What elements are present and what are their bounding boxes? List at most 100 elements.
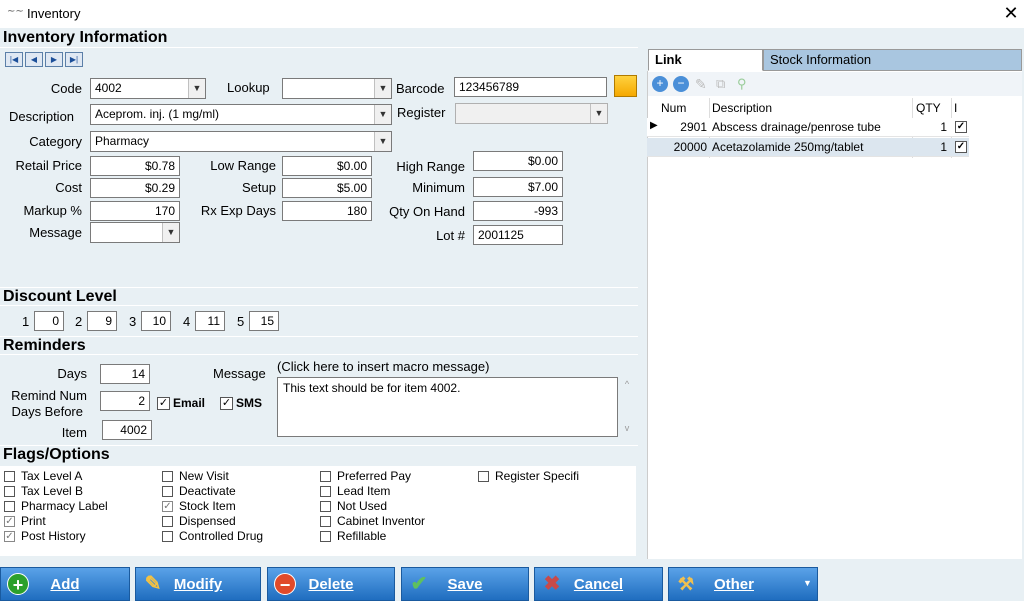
flag-checkbox[interactable]	[4, 501, 15, 512]
low-range-input[interactable]: $0.00	[282, 156, 372, 176]
minimum-input[interactable]: $7.00	[473, 177, 563, 197]
next-record-button[interactable]: ▶	[45, 52, 63, 67]
flag-checkbox[interactable]: ✓	[4, 516, 15, 527]
other-button[interactable]: ⚒ Other ▼	[668, 567, 818, 601]
discount-level-input[interactable]: 0	[34, 311, 64, 331]
col-num-header[interactable]: Num	[661, 101, 686, 115]
delete-button[interactable]: − Delete	[267, 567, 395, 601]
save-button[interactable]: ✔ Save	[401, 567, 529, 601]
flag-checkbox[interactable]: ✓	[4, 531, 15, 542]
tab-link-information[interactable]: Link Information	[648, 49, 763, 87]
message-combo[interactable]: ▼	[90, 222, 180, 243]
flag-option[interactable]: ✓ Post History	[4, 529, 154, 544]
reminder-message-textarea[interactable]: This text should be for item 4002.	[277, 377, 618, 437]
cancel-button[interactable]: ✖ Cancel	[534, 567, 663, 601]
lookup-combo[interactable]: ▼	[282, 78, 392, 99]
chevron-down-icon[interactable]: ▼	[590, 104, 607, 123]
flag-option[interactable]: Dispensed	[162, 514, 312, 529]
flag-checkbox[interactable]	[478, 471, 489, 482]
retail-price-input[interactable]: $0.78	[90, 156, 180, 176]
col-i-header[interactable]: I	[954, 101, 957, 115]
flag-label: Preferred Pay	[337, 469, 412, 483]
discount-level-input[interactable]: 10	[141, 311, 171, 331]
barcode-input[interactable]: 123456789	[454, 77, 607, 97]
code-combo[interactable]: 4002 ▼	[90, 78, 206, 99]
chevron-down-icon[interactable]: ▼	[803, 578, 812, 588]
flag-checkbox[interactable]	[320, 516, 331, 527]
chevron-down-icon[interactable]: ▼	[374, 105, 391, 124]
remind-num-input[interactable]: 2	[100, 391, 150, 411]
item-input[interactable]: 4002	[102, 420, 152, 440]
high-range-input[interactable]: $0.00	[473, 151, 563, 171]
flag-option[interactable]: ✓ Stock Item	[162, 499, 312, 514]
register-combo[interactable]: ▼	[455, 103, 608, 124]
flag-checkbox[interactable]	[320, 531, 331, 542]
copy-link-icon[interactable]: ⧉	[716, 76, 732, 92]
flag-checkbox[interactable]	[4, 471, 15, 482]
col-description-header[interactable]: Description	[712, 101, 772, 115]
chevron-down-icon[interactable]: ▼	[188, 79, 205, 98]
flag-checkbox[interactable]	[162, 471, 173, 482]
cost-input[interactable]: $0.29	[90, 178, 180, 198]
first-record-button[interactable]: |◀	[5, 52, 23, 67]
flag-checkbox[interactable]	[162, 486, 173, 497]
remove-link-icon[interactable]: −	[673, 76, 689, 92]
chevron-down-icon[interactable]: ▼	[374, 79, 391, 98]
flag-checkbox[interactable]	[4, 486, 15, 497]
chevron-down-icon[interactable]: ▼	[374, 132, 391, 151]
markup-label: Markup %	[23, 203, 82, 218]
table-row[interactable]: 20000 Acetazolamide 250mg/tablet 1 ✓	[647, 138, 969, 157]
barcode-button[interactable]	[614, 75, 637, 97]
last-record-button[interactable]: ▶|	[65, 52, 83, 67]
qty-on-hand-input[interactable]: -993	[473, 201, 563, 221]
days-input[interactable]: 14	[100, 364, 150, 384]
flag-checkbox[interactable]: ✓	[162, 501, 173, 512]
col-qty-header[interactable]: QTY	[916, 101, 941, 115]
flag-option[interactable]: ✓ Print	[4, 514, 154, 529]
flag-checkbox[interactable]	[320, 501, 331, 512]
macro-hint-link[interactable]: (Click here to insert macro message)	[277, 359, 489, 374]
modify-button[interactable]: ✎ Modify	[135, 567, 261, 601]
flag-option[interactable]: New Visit	[162, 469, 312, 484]
cell-i-checkbox[interactable]: ✓	[955, 121, 967, 133]
flag-option[interactable]: Preferred Pay	[320, 469, 470, 484]
email-checkbox[interactable]: ✓	[157, 397, 170, 410]
chevron-down-icon[interactable]: ▼	[162, 223, 179, 242]
delete-label: Delete	[308, 576, 354, 593]
discount-level-input[interactable]: 9	[87, 311, 117, 331]
flag-option[interactable]: Not Used	[320, 499, 470, 514]
add-link-icon[interactable]: +	[652, 76, 668, 92]
flag-option[interactable]: Controlled Drug	[162, 529, 312, 544]
textarea-scrollbar[interactable]: ^ v	[620, 377, 634, 437]
flag-option[interactable]: Lead Item	[320, 484, 470, 499]
cell-i-checkbox[interactable]: ✓	[955, 141, 967, 153]
edit-link-icon[interactable]: ✎	[695, 76, 711, 92]
discount-level-input[interactable]: 11	[195, 311, 225, 331]
category-combo[interactable]: Pharmacy ▼	[90, 131, 392, 152]
flag-checkbox[interactable]	[320, 486, 331, 497]
description-label: Description	[9, 109, 75, 124]
flag-option[interactable]: Tax Level B	[4, 484, 154, 499]
setup-input[interactable]: $5.00	[282, 178, 372, 198]
rx-exp-days-input[interactable]: 180	[282, 201, 372, 221]
description-combo[interactable]: Aceprom. inj. (1 mg/ml) ▼	[90, 104, 392, 125]
markup-input[interactable]: 170	[90, 201, 180, 221]
table-row[interactable]: ▶ 2901 Abscess drainage/penrose tube 1 ✓	[647, 118, 969, 137]
flag-option[interactable]: Register Specifi	[478, 469, 628, 484]
flag-checkbox[interactable]	[162, 531, 173, 542]
close-icon[interactable]: ✕	[1000, 2, 1022, 24]
flag-option[interactable]: Deactivate	[162, 484, 312, 499]
flag-option[interactable]: Pharmacy Label	[4, 499, 154, 514]
flag-option[interactable]: Cabinet Inventor	[320, 514, 470, 529]
flag-checkbox[interactable]	[320, 471, 331, 482]
flag-option[interactable]: Refillable	[320, 529, 470, 544]
link-item-icon[interactable]: ⚲	[737, 76, 753, 92]
sms-checkbox[interactable]: ✓	[220, 397, 233, 410]
lot-input[interactable]: 2001125	[473, 225, 563, 245]
flag-option[interactable]: Tax Level A	[4, 469, 154, 484]
flag-checkbox[interactable]	[162, 516, 173, 527]
prev-record-button[interactable]: ◀	[25, 52, 43, 67]
add-button[interactable]: + Add	[0, 567, 130, 601]
tab-stock-information[interactable]: Stock Information	[763, 49, 1022, 71]
discount-level-input[interactable]: 15	[249, 311, 279, 331]
